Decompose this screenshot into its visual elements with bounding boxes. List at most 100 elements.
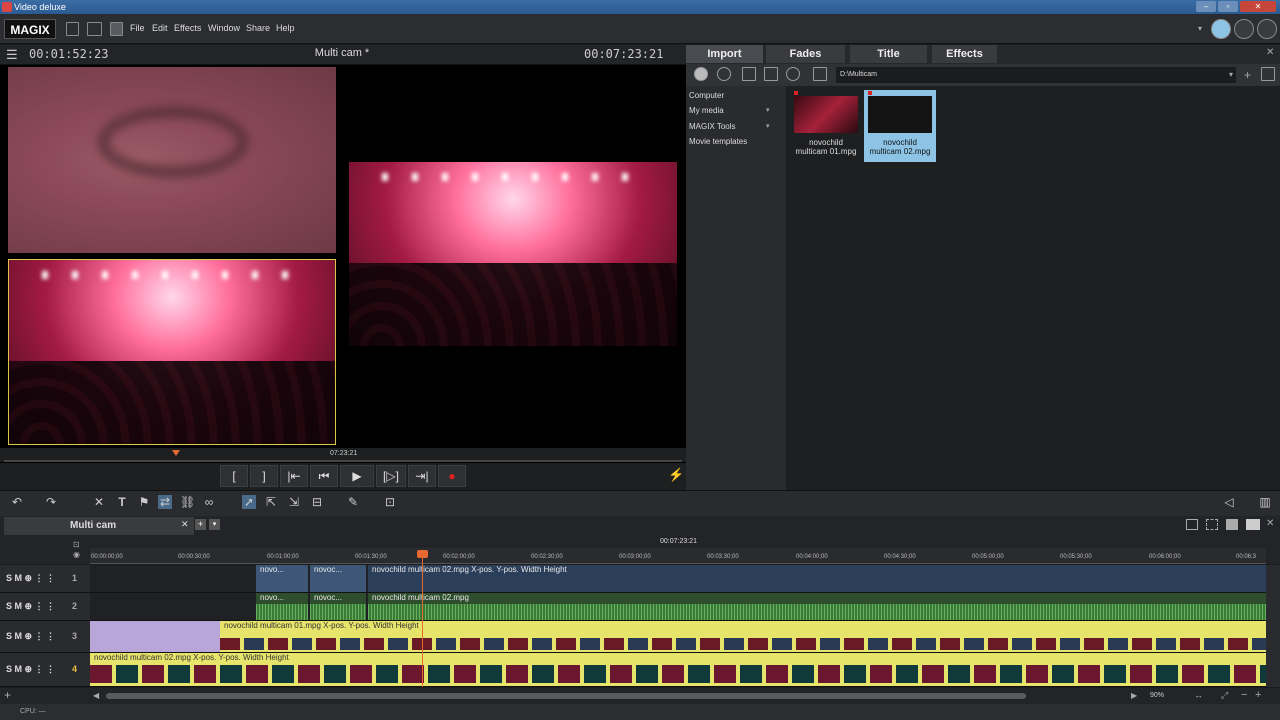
file-item-selected[interactable]: novochild multicam 02.mpg bbox=[864, 90, 936, 162]
close-project-icon[interactable]: ✕ bbox=[1266, 518, 1274, 529]
mark-out-button[interactable]: ] bbox=[250, 465, 278, 487]
track-header-3[interactable]: S M ⊕ ⋮ ⋮ 3 bbox=[0, 621, 90, 653]
tree-item-magix-tools[interactable]: MAGIX Tools bbox=[689, 122, 736, 131]
zoom-in-icon[interactable]: + bbox=[1255, 689, 1261, 701]
track-controls[interactable]: S M ⊕ ⋮ ⋮ bbox=[6, 573, 55, 584]
timeline-playhead[interactable] bbox=[422, 552, 423, 687]
path-dropdown-icon[interactable]: ▾ bbox=[1229, 70, 1233, 79]
track-header-2[interactable]: S M ⊕ ⋮ ⋮ 2 bbox=[0, 593, 90, 621]
tab-fades[interactable]: Fades bbox=[766, 45, 848, 63]
add-icon[interactable]: + bbox=[1244, 68, 1251, 82]
track-lane-3[interactable]: novochild multicam 01.mpg X-pos. Y-pos. … bbox=[90, 621, 1266, 653]
help-circle-icon[interactable] bbox=[1234, 19, 1254, 39]
menu-edit[interactable]: Edit bbox=[152, 23, 168, 33]
audio-clip[interactable]: novo... bbox=[256, 593, 308, 620]
video-clip[interactable]: novo... bbox=[256, 565, 308, 592]
close-button[interactable]: ✕ bbox=[1240, 1, 1276, 12]
mark-in-button[interactable]: [ bbox=[220, 465, 248, 487]
project-tab[interactable]: Multi cam bbox=[4, 517, 194, 535]
save-icon[interactable] bbox=[110, 22, 123, 36]
pointer-tool-icon[interactable]: ➚ bbox=[242, 495, 256, 509]
snapshot-icon[interactable]: ⊡ bbox=[383, 495, 397, 509]
zoom-level[interactable]: 90% bbox=[1150, 692, 1164, 699]
tree-item-movie-templates[interactable]: Movie templates bbox=[689, 137, 747, 146]
go-to-in-button[interactable]: |⇤ bbox=[280, 465, 308, 487]
tools-icon[interactable] bbox=[1257, 19, 1277, 39]
play-range-button[interactable]: [▷] bbox=[376, 465, 406, 487]
back-icon[interactable] bbox=[694, 67, 708, 81]
tab-title[interactable]: Title bbox=[850, 45, 930, 63]
scroll-right-icon[interactable]: ▶ bbox=[1131, 691, 1137, 700]
mouse-mode-icon[interactable]: ⇄ bbox=[158, 495, 172, 509]
menu-help[interactable]: Help bbox=[276, 23, 295, 33]
video-clip[interactable]: novochild multicam 01.mpg X-pos. Y-pos. … bbox=[220, 621, 1266, 652]
tab-import[interactable]: Import bbox=[686, 45, 766, 63]
tree-item-computer[interactable]: Computer bbox=[689, 91, 724, 100]
stretch-tool-icon[interactable]: ⇲ bbox=[287, 495, 301, 509]
track-controls[interactable]: S M ⊕ ⋮ ⋮ bbox=[6, 664, 55, 675]
chevron-down-icon[interactable]: ▾ bbox=[766, 122, 770, 130]
speaker-icon[interactable]: ◁ bbox=[1222, 495, 1236, 509]
redo-icon[interactable]: ↷ bbox=[44, 495, 58, 509]
playhead-handle[interactable] bbox=[417, 550, 428, 558]
multicam-source-1[interactable] bbox=[8, 67, 336, 253]
link-icon[interactable]: ⛓ bbox=[180, 495, 195, 509]
maximize-button[interactable]: ▫ bbox=[1218, 1, 1238, 12]
menu-hamburger-icon[interactable]: ☰ bbox=[6, 47, 18, 63]
multicam-source-2[interactable] bbox=[8, 259, 336, 445]
fit-width-icon[interactable]: ↔ bbox=[1194, 690, 1203, 700]
empty-clip-region[interactable] bbox=[90, 621, 220, 652]
settings-wheel-icon[interactable] bbox=[1211, 19, 1231, 39]
minimize-button[interactable]: – bbox=[1196, 1, 1216, 12]
video-clip[interactable]: novoc... bbox=[310, 565, 366, 592]
binoculars-icon[interactable] bbox=[764, 67, 778, 81]
storyboard-view-icon[interactable] bbox=[1246, 519, 1260, 530]
eraser-icon[interactable]: ✎ bbox=[346, 495, 360, 509]
magix-logo[interactable]: MAGIX bbox=[4, 19, 56, 39]
track-lane-2[interactable]: novo... novoc... novochild multicam 02.m… bbox=[90, 593, 1266, 621]
path-field[interactable]: D:\Multicam bbox=[836, 67, 1236, 83]
unlink-icon[interactable]: ∞ bbox=[202, 495, 216, 509]
playhead-marker[interactable] bbox=[172, 450, 180, 456]
gear-icon[interactable] bbox=[786, 67, 800, 81]
track-lane-4[interactable]: novochild multicam 02.mpg X-pos. Y-pos. … bbox=[90, 653, 1266, 687]
tab-effects[interactable]: Effects bbox=[932, 45, 1000, 63]
menu-effects[interactable]: Effects bbox=[174, 23, 201, 33]
track-header-4[interactable]: S M ⊕ ⋮ ⋮ 4 bbox=[0, 653, 90, 687]
track-header-1[interactable]: S M ⊕ ⋮ ⋮ 1 bbox=[0, 565, 90, 593]
folder-tree-icon[interactable] bbox=[742, 67, 756, 81]
zoom-out-icon[interactable]: − bbox=[1241, 689, 1247, 701]
scroll-left-icon[interactable]: ◀ bbox=[93, 691, 99, 700]
lightning-icon[interactable]: ⚡ bbox=[668, 467, 684, 483]
track-lane-1[interactable]: novo... novoc... novochild multicam 02.m… bbox=[90, 565, 1266, 593]
close-panel-icon[interactable]: ✕ bbox=[1266, 47, 1274, 58]
new-file-icon[interactable] bbox=[66, 22, 79, 36]
open-folder-icon[interactable] bbox=[87, 22, 102, 36]
video-clip[interactable]: novochild multicam 02.mpg X-pos. Y-pos. … bbox=[368, 565, 1266, 592]
audio-clip[interactable]: novoc... bbox=[310, 593, 366, 620]
timeline-view-icon[interactable] bbox=[1226, 519, 1238, 530]
vertical-scrollbar[interactable] bbox=[1266, 565, 1280, 687]
play-button[interactable]: ▶ bbox=[340, 465, 374, 487]
go-to-out-button[interactable]: ⇥| bbox=[408, 465, 436, 487]
grid-view-icon[interactable] bbox=[1261, 67, 1275, 81]
fullscreen-icon[interactable]: ⤢ bbox=[1221, 690, 1228, 701]
video-clip[interactable]: novochild multicam 02.mpg X-pos. Y-pos. … bbox=[90, 653, 1266, 686]
close-tab-icon[interactable]: ✕ bbox=[181, 519, 189, 530]
mixer-icon[interactable]: ▥ bbox=[1258, 495, 1272, 509]
folder-up-icon[interactable] bbox=[813, 67, 827, 81]
undo-icon[interactable]: ↶ bbox=[10, 495, 24, 509]
multi-view-icon[interactable] bbox=[1206, 519, 1218, 530]
menu-window[interactable]: Window bbox=[208, 23, 240, 33]
chevron-down-icon[interactable]: ▾ bbox=[766, 106, 770, 114]
record-button[interactable]: ● bbox=[438, 465, 466, 487]
previous-button[interactable]: ⏮ bbox=[310, 465, 338, 487]
track-controls[interactable]: S M ⊕ ⋮ ⋮ bbox=[6, 631, 55, 642]
trim-tool-icon[interactable]: ⊟ bbox=[310, 495, 324, 509]
range-tool-icon[interactable]: ⇱ bbox=[264, 495, 278, 509]
tab-menu-icon[interactable]: ▾ bbox=[209, 519, 220, 530]
add-tab-icon[interactable]: + bbox=[195, 519, 206, 530]
tree-item-my-media[interactable]: My media bbox=[689, 106, 724, 115]
eye-icon[interactable]: ◉ bbox=[73, 550, 80, 559]
file-item[interactable]: novochild multicam 01.mpg bbox=[790, 90, 862, 162]
